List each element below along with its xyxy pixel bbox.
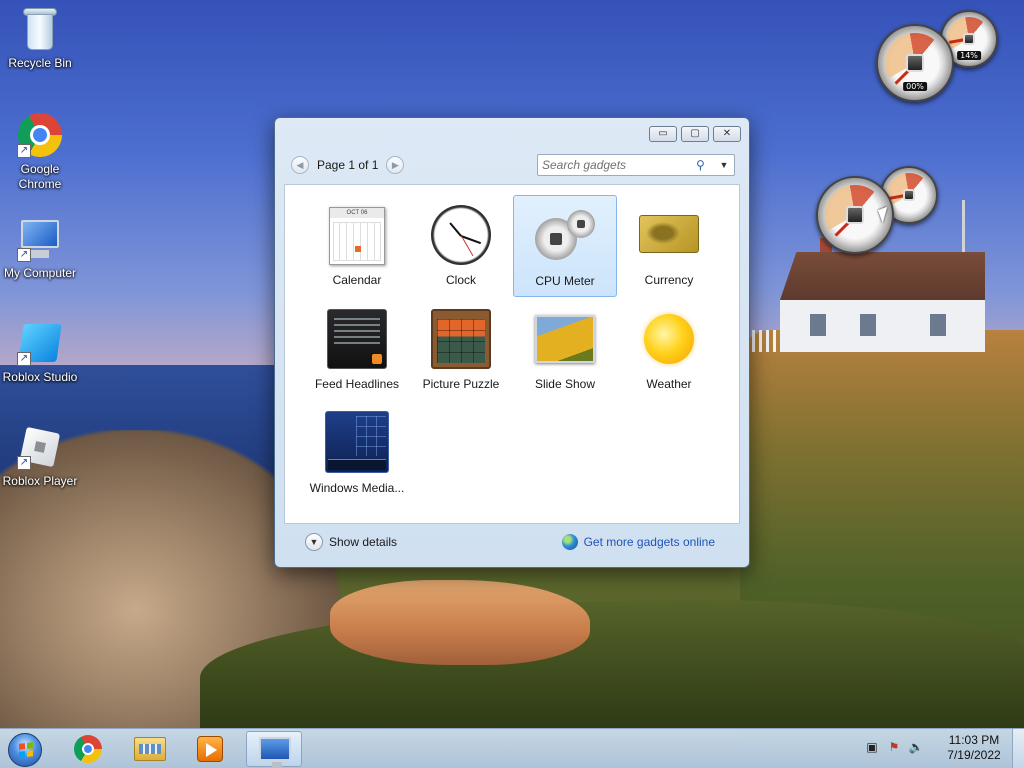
gadget-label: Windows Media... bbox=[309, 481, 405, 495]
gadget-tile-picture-puzzle[interactable]: Picture Puzzle bbox=[409, 299, 513, 401]
search-input[interactable] bbox=[542, 157, 692, 173]
computer-icon: ↗ bbox=[17, 216, 63, 262]
desktop-icon-label: Google Chrome bbox=[18, 162, 62, 191]
desktop-icon-google-chrome[interactable]: ↗ Google Chrome bbox=[0, 112, 80, 192]
divider bbox=[284, 523, 740, 524]
shortcut-arrow-icon: ↗ bbox=[17, 248, 31, 262]
gadget-label: Weather bbox=[646, 377, 692, 391]
chevron-down-icon[interactable]: ▼ bbox=[717, 158, 731, 172]
gadget-tile-windows-media-center[interactable]: Windows Media... bbox=[305, 403, 409, 505]
window-controls: ▭ ▢ ✕ bbox=[649, 126, 741, 142]
clock-time: 11:03 PM bbox=[948, 733, 1000, 747]
picture-puzzle-icon bbox=[429, 307, 493, 371]
memory-reading: 14% bbox=[957, 50, 981, 60]
gadget-tile-currency[interactable]: Currency bbox=[617, 195, 721, 297]
shortcut-arrow-icon: ↗ bbox=[17, 456, 31, 470]
feed-headlines-icon bbox=[325, 307, 389, 371]
gadget-label: Slide Show bbox=[534, 377, 596, 391]
gadget-tile-slide-show[interactable]: Slide Show bbox=[513, 299, 617, 401]
network-icon[interactable]: ▣ bbox=[864, 739, 880, 755]
desktop-icon-label: Roblox Player bbox=[2, 474, 78, 488]
gadget-label: Picture Puzzle bbox=[422, 377, 500, 391]
desktop-icon-recycle-bin[interactable]: Recycle Bin bbox=[0, 6, 80, 71]
gadget-label: Feed Headlines bbox=[314, 377, 400, 391]
globe-icon bbox=[561, 534, 578, 550]
gadget-gallery-window[interactable]: ▭ ▢ ✕ ◀ Page 1 of 1 ▶ ⚲ ▼ OCT 06 Calenda… bbox=[274, 117, 750, 568]
previous-page-button[interactable]: ◀ bbox=[291, 156, 309, 174]
desktop-icon-label: Roblox Studio bbox=[2, 370, 78, 384]
slide-show-icon bbox=[533, 307, 597, 371]
gadget-label: Currency bbox=[644, 273, 694, 287]
media-player-icon bbox=[197, 736, 223, 762]
desktop-icon-label: Recycle Bin bbox=[8, 56, 72, 70]
desktop-icon-label: My Computer bbox=[3, 266, 77, 280]
desktop-icon-roblox-studio[interactable]: ↗ Roblox Studio bbox=[0, 320, 80, 385]
currency-icon bbox=[637, 203, 701, 267]
roblox-studio-icon: ↗ bbox=[17, 320, 63, 366]
wallpaper-house bbox=[780, 238, 985, 352]
taskbar-clock[interactable]: 11:03 PM 7/19/2022 bbox=[936, 733, 1012, 763]
desktop-gadgets-icon bbox=[259, 737, 291, 768]
gallery-toolbar: ◀ Page 1 of 1 ▶ ⚲ ▼ bbox=[291, 154, 735, 176]
get-more-gadgets-label: Get more gadgets online bbox=[583, 535, 715, 549]
taskbar-chrome[interactable] bbox=[60, 731, 116, 767]
clock-date: 7/19/2022 bbox=[947, 748, 1001, 762]
search-box: ⚲ ▼ bbox=[537, 154, 735, 176]
chrome-icon: ↗ bbox=[17, 112, 63, 158]
sun-icon bbox=[637, 307, 701, 371]
cpu-meter-icon bbox=[533, 204, 597, 268]
minimize-button[interactable]: ▭ bbox=[649, 126, 677, 142]
gadget-tile-calendar[interactable]: OCT 06 Calendar bbox=[305, 195, 409, 297]
chevron-down-icon: ▼ bbox=[305, 533, 323, 551]
taskbar-media-player[interactable] bbox=[182, 731, 238, 767]
restore-button[interactable]: ▢ bbox=[681, 126, 709, 142]
pager: ◀ Page 1 of 1 ▶ bbox=[291, 154, 405, 176]
wallpaper-rock bbox=[330, 580, 590, 665]
gadget-tile-clock[interactable]: Clock bbox=[409, 195, 513, 297]
volume-icon[interactable]: 🔈 bbox=[908, 739, 924, 755]
desktop-icon-roblox-player[interactable]: ↗ Roblox Player bbox=[0, 424, 80, 489]
media-center-icon bbox=[325, 411, 389, 475]
chrome-icon bbox=[74, 735, 102, 763]
roblox-player-icon: ↗ bbox=[17, 424, 63, 470]
shortcut-arrow-icon: ↗ bbox=[17, 144, 31, 158]
next-page-button[interactable]: ▶ bbox=[386, 156, 405, 174]
start-button[interactable] bbox=[4, 731, 46, 767]
file-explorer-icon bbox=[134, 737, 166, 761]
calendar-icon: OCT 06 bbox=[325, 203, 389, 267]
cpu-reading: 00% bbox=[903, 82, 927, 92]
taskbar-file-explorer[interactable] bbox=[122, 731, 178, 767]
desktop-icon-my-computer[interactable]: ↗ My Computer bbox=[0, 216, 80, 281]
taskbar-desktop-gadgets[interactable] bbox=[246, 731, 302, 768]
gadget-list: OCT 06 Calendar Clock CPU Meter Currency bbox=[284, 184, 740, 524]
show-desktop-button[interactable] bbox=[1012, 729, 1024, 768]
windows-logo-icon bbox=[8, 733, 42, 767]
shortcut-arrow-icon: ↗ bbox=[17, 352, 31, 366]
search-icon[interactable]: ⚲ bbox=[696, 157, 712, 173]
clock-icon bbox=[429, 203, 493, 267]
show-details-label: Show details bbox=[329, 535, 398, 549]
taskbar: ▣ ⚑ 🔈 11:03 PM 7/19/2022 bbox=[0, 728, 1024, 768]
gadget-tile-cpu-meter[interactable]: CPU Meter bbox=[513, 195, 617, 297]
recycle-bin-icon bbox=[17, 6, 63, 52]
action-center-icon[interactable]: ⚑ bbox=[886, 739, 902, 755]
get-more-gadgets-link[interactable]: Get more gadgets online bbox=[561, 534, 715, 550]
close-button[interactable]: ✕ bbox=[713, 126, 741, 142]
gadget-label: CPU Meter bbox=[535, 274, 595, 288]
gadget-label: Clock bbox=[445, 273, 476, 287]
show-details-button[interactable]: ▼ Show details bbox=[305, 533, 397, 551]
gadget-tile-feed-headlines[interactable]: Feed Headlines bbox=[305, 299, 409, 401]
calendar-thumb-header: OCT 06 bbox=[330, 208, 384, 218]
system-tray: ▣ ⚑ 🔈 bbox=[864, 739, 924, 755]
gadget-label: Calendar bbox=[332, 273, 382, 287]
cpu-gauge: 00% bbox=[876, 24, 954, 102]
page-indicator: Page 1 of 1 bbox=[317, 158, 379, 172]
gadget-tile-weather[interactable]: Weather bbox=[617, 299, 721, 401]
